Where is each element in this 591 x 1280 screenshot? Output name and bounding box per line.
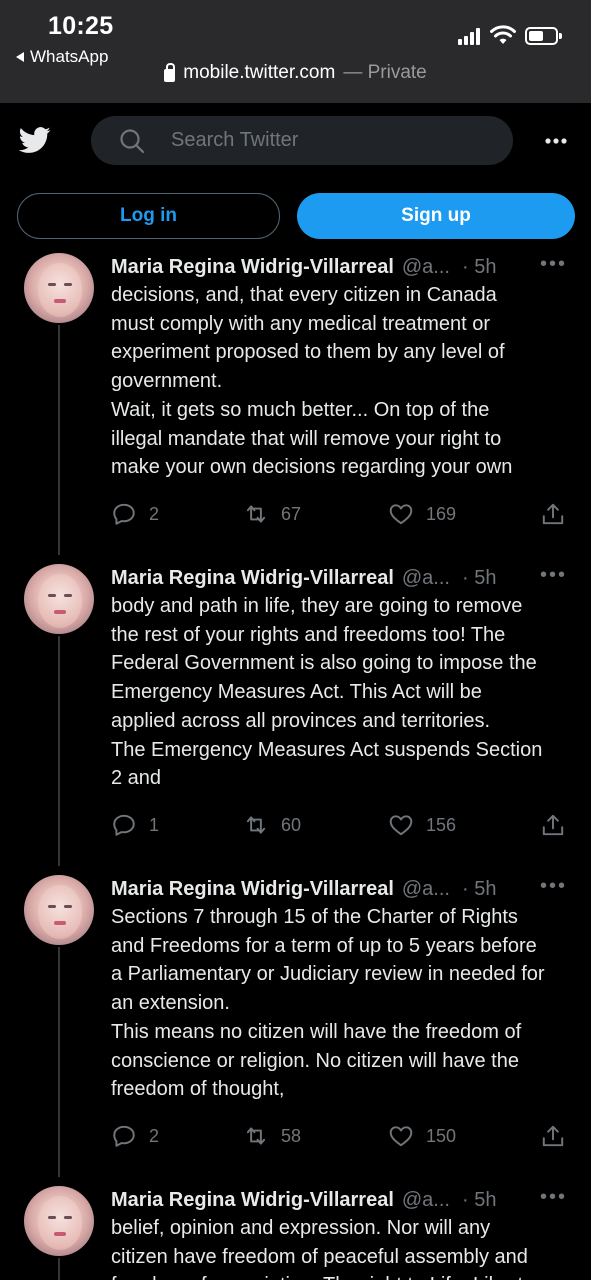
thread-line <box>58 1258 60 1280</box>
author-name[interactable]: Maria Regina Widrig-Villarreal <box>111 256 394 279</box>
author-name[interactable]: Maria Regina Widrig-Villarreal <box>111 567 394 590</box>
tweet[interactable]: Maria Regina Widrig-Villarreal @a... · 5… <box>0 875 591 1185</box>
retweet-count: 58 <box>281 1125 302 1146</box>
tweet-more-icon[interactable]: ••• <box>540 253 567 275</box>
like-button[interactable]: 156 <box>388 812 456 838</box>
tweet[interactable]: Maria Regina Widrig-Villarreal @a... · 5… <box>0 564 591 874</box>
tweet-more-icon[interactable]: ••• <box>540 875 567 897</box>
reply-count: 1 <box>149 814 160 835</box>
reply-icon <box>113 814 135 836</box>
author-handle[interactable]: @a... <box>402 1189 450 1212</box>
address-bar[interactable]: mobile.twitter.com — Private <box>0 62 591 84</box>
tweet-time[interactable]: · 5h <box>462 256 496 279</box>
private-mode-label: — Private <box>343 62 427 83</box>
tweet-header: Maria Regina Widrig-Villarreal @a... · 5… <box>111 564 571 592</box>
retweet-button[interactable]: 67 <box>243 501 301 527</box>
share-icon <box>542 814 564 836</box>
tweet-actions: 1 60 156 <box>111 812 571 842</box>
heart-icon <box>389 1126 413 1147</box>
reply-count: 2 <box>149 1125 160 1146</box>
author-name[interactable]: Maria Regina Widrig-Villarreal <box>111 878 394 901</box>
more-options-icon[interactable] <box>544 131 568 151</box>
login-button[interactable]: Log in <box>17 193 280 239</box>
tweet[interactable]: Maria Regina Widrig-Villarreal @a... · 5… <box>0 1186 591 1280</box>
like-button[interactable]: 150 <box>388 1123 456 1149</box>
tweet-text: belief, opinion and expression. Nor will… <box>111 1217 533 1280</box>
reply-button[interactable]: 1 <box>111 812 159 838</box>
like-count: 150 <box>426 1125 457 1146</box>
like-button[interactable]: 169 <box>388 501 456 527</box>
author-handle[interactable]: @a... <box>402 256 450 279</box>
lock-icon <box>164 62 176 82</box>
cellular-signal-icon <box>458 28 480 45</box>
share-icon <box>542 1125 564 1147</box>
like-count: 169 <box>426 503 457 524</box>
avatar[interactable] <box>24 253 94 323</box>
share-button[interactable] <box>540 501 566 527</box>
tweet-time[interactable]: · 5h <box>462 567 496 590</box>
avatar[interactable] <box>24 1186 94 1256</box>
reply-icon <box>113 503 135 525</box>
wifi-icon <box>490 25 516 44</box>
share-button[interactable] <box>540 1123 566 1149</box>
tweet-header: Maria Regina Widrig-Villarreal @a... · 5… <box>111 1186 571 1214</box>
battery-icon <box>525 27 562 45</box>
retweet-count: 60 <box>281 814 302 835</box>
thread-line <box>58 325 60 555</box>
heart-icon <box>389 815 413 836</box>
browser-chrome: 10:25 WhatsApp mobile.twitter.com — Priv… <box>0 0 591 103</box>
retweet-icon <box>246 505 266 523</box>
avatar[interactable] <box>24 875 94 945</box>
status-time: 10:25 <box>48 12 114 40</box>
author-handle[interactable]: @a... <box>402 567 450 590</box>
tweet-more-icon[interactable]: ••• <box>540 564 567 586</box>
twitter-bird-icon[interactable] <box>17 124 53 156</box>
search-icon <box>120 128 145 153</box>
tweet-header: Maria Regina Widrig-Villarreal @a... · 5… <box>111 875 571 903</box>
signup-button[interactable]: Sign up <box>297 193 575 239</box>
reply-button[interactable]: 2 <box>111 1123 159 1149</box>
back-arrow-icon <box>16 52 24 62</box>
tweet-time[interactable]: · 5h <box>462 1189 496 1212</box>
tweet-text: body and path in life, they are going to… <box>111 595 543 790</box>
tweet-more-icon[interactable]: ••• <box>540 1186 567 1208</box>
url-text: mobile.twitter.com <box>183 62 336 83</box>
thread-line <box>58 947 60 1177</box>
tweet[interactable]: Maria Regina Widrig-Villarreal @a... · 5… <box>0 253 591 563</box>
tweet-header: Maria Regina Widrig-Villarreal @a... · 5… <box>111 253 571 281</box>
author-name[interactable]: Maria Regina Widrig-Villarreal <box>111 1189 394 1212</box>
thread-line <box>58 636 60 866</box>
retweet-icon <box>246 816 266 834</box>
reply-icon <box>113 1125 135 1147</box>
share-icon <box>542 503 564 525</box>
avatar[interactable] <box>24 564 94 634</box>
tweet-time[interactable]: · 5h <box>462 878 496 901</box>
search-input[interactable]: Search Twitter <box>91 116 513 165</box>
author-handle[interactable]: @a... <box>402 878 450 901</box>
like-count: 156 <box>426 814 457 835</box>
reply-count: 2 <box>149 503 160 524</box>
reply-button[interactable]: 2 <box>111 501 159 527</box>
tweet-text: decisions, and, that every citizen in Ca… <box>111 284 513 479</box>
heart-icon <box>389 504 413 525</box>
retweet-button[interactable]: 58 <box>243 1123 301 1149</box>
tweet-actions: 2 58 150 <box>111 1123 571 1153</box>
tweet-text: Sections 7 through 15 of the Charter of … <box>111 906 545 1101</box>
retweet-icon <box>246 1127 266 1145</box>
retweet-button[interactable]: 60 <box>243 812 301 838</box>
search-placeholder: Search Twitter <box>171 129 299 151</box>
retweet-count: 67 <box>281 503 302 524</box>
share-button[interactable] <box>540 812 566 838</box>
tweet-actions: 2 67 169 <box>111 501 571 531</box>
